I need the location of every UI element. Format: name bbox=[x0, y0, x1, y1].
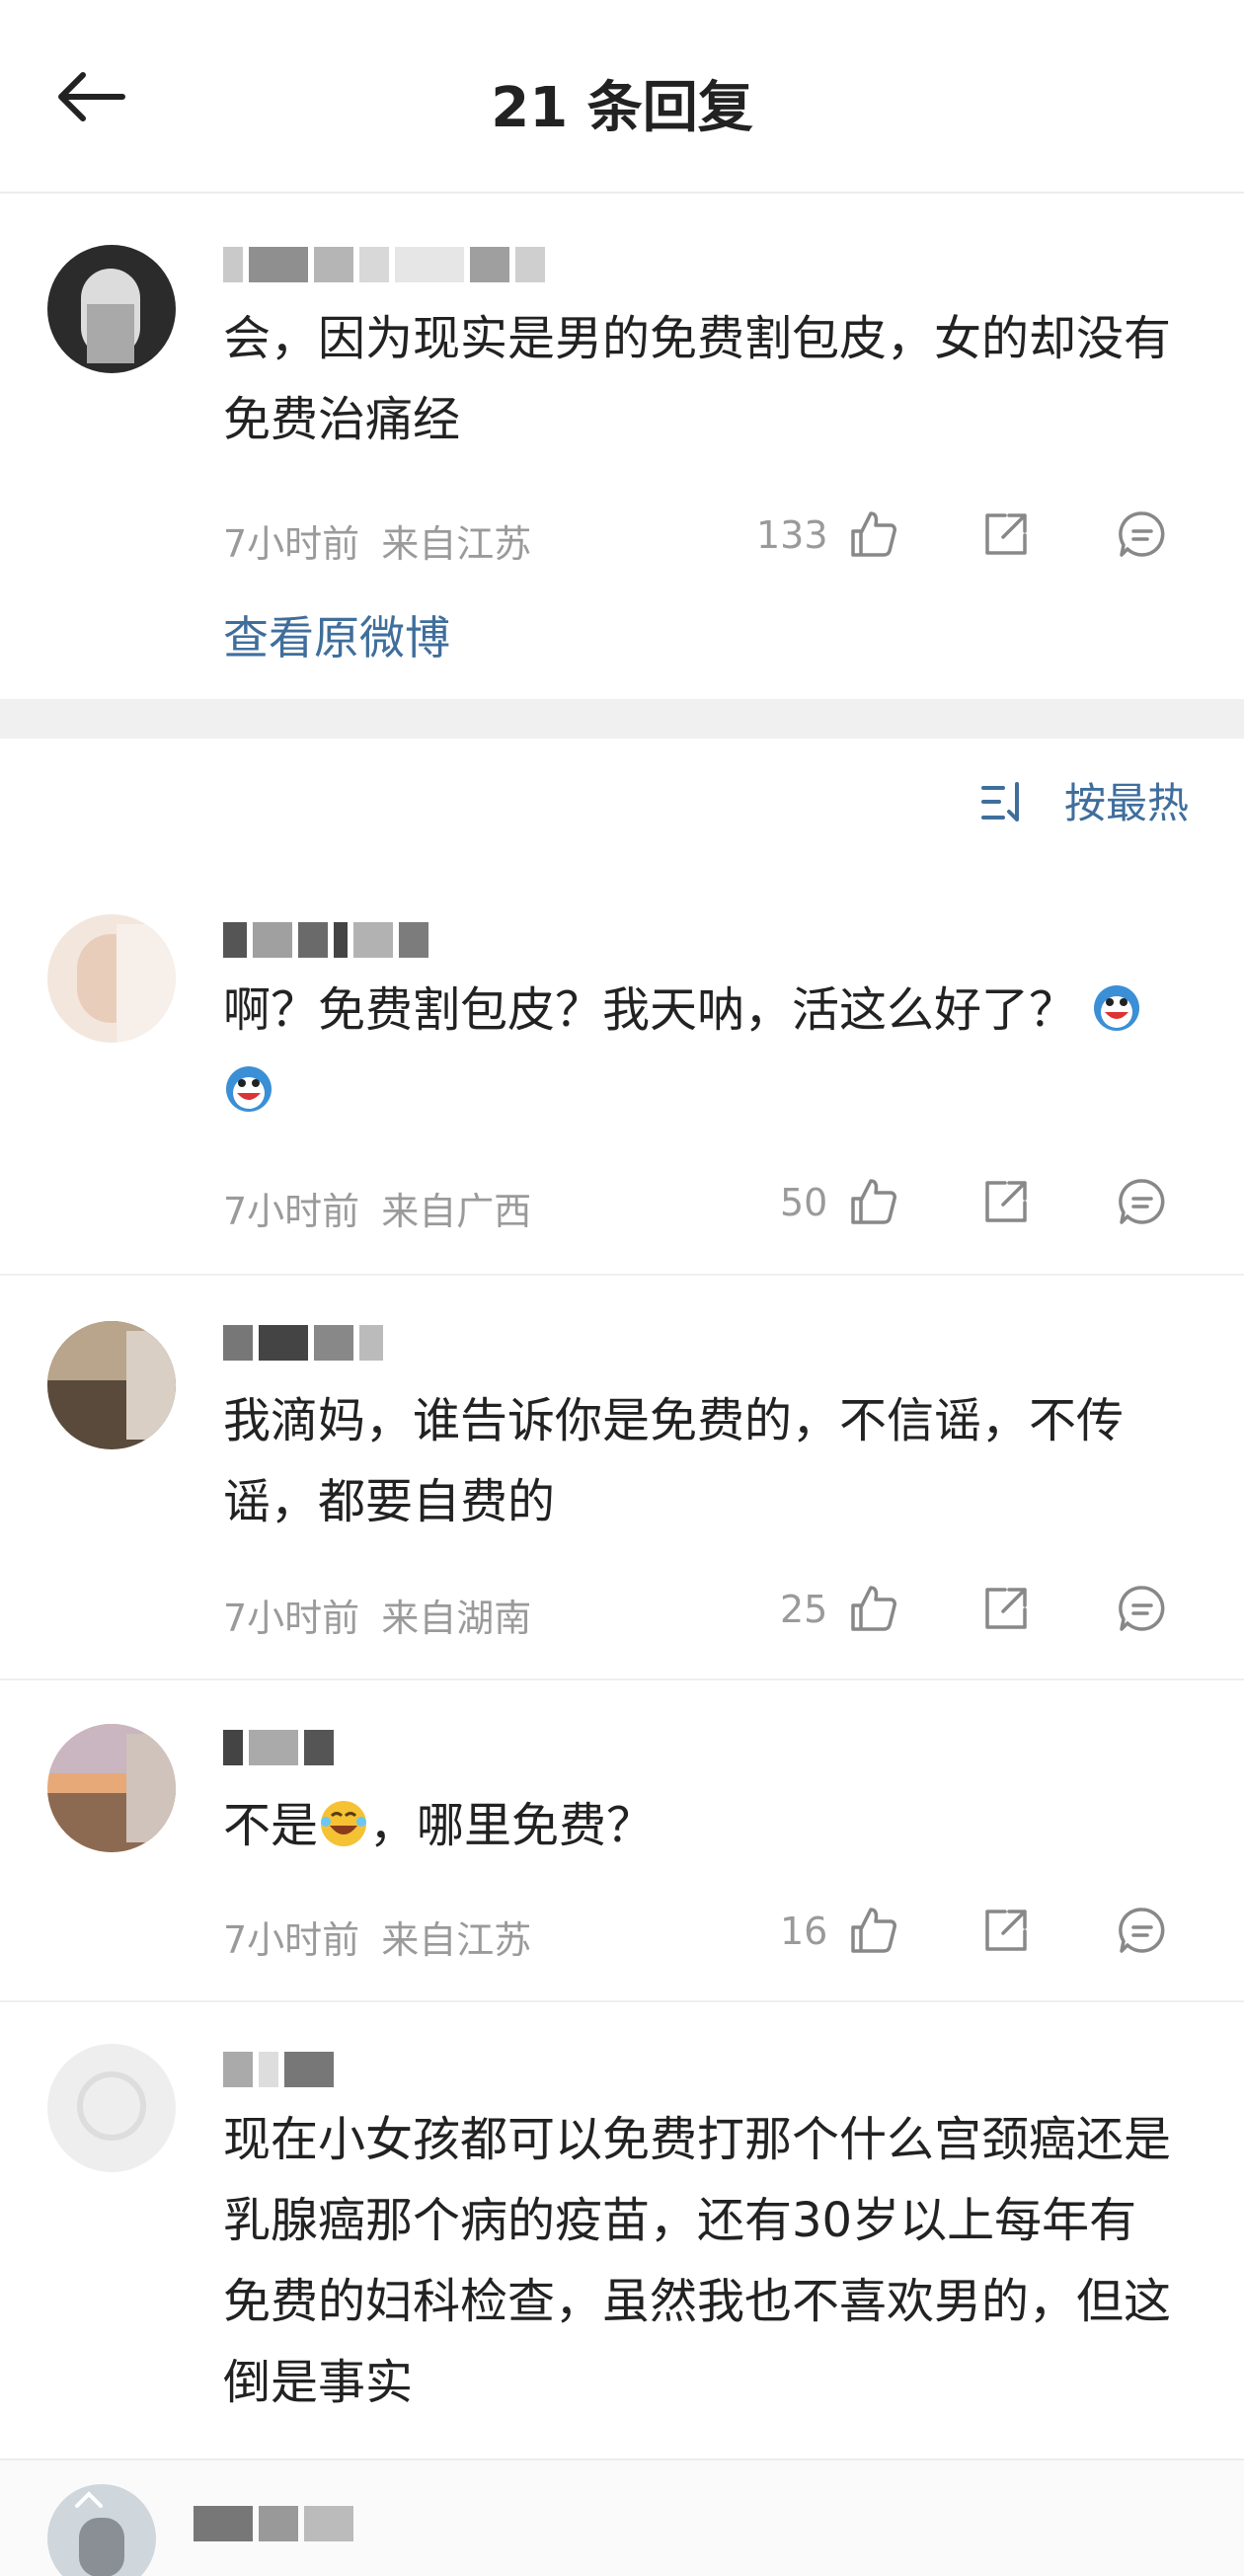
like-count: 133 bbox=[756, 513, 828, 557]
chevron-up-icon[interactable] bbox=[69, 2484, 109, 2514]
thumbs-up-icon[interactable] bbox=[845, 507, 898, 561]
laughing-emoji-icon bbox=[321, 1801, 367, 1846]
crying-laugh-emoji-icon bbox=[1094, 985, 1140, 1031]
like-count: 25 bbox=[780, 1588, 828, 1631]
comment-meta: 7小时前 来自广西 bbox=[223, 1181, 553, 1235]
like-count: 16 bbox=[780, 1910, 828, 1953]
share-icon[interactable] bbox=[979, 1904, 1033, 1957]
avatar[interactable] bbox=[47, 914, 176, 1043]
separator bbox=[0, 1274, 1244, 1276]
comment-location: 来自江苏 bbox=[381, 522, 532, 566]
view-original-link[interactable]: 查看原微博 bbox=[223, 602, 450, 667]
main-comment: 会，因为现实是男的免费割包皮，女的却没有免费治痛经 7小时前 来自江苏 133 查… bbox=[0, 195, 1244, 699]
top-nav-bar: 21 条回复 bbox=[0, 0, 1244, 194]
username-blurred[interactable] bbox=[223, 922, 434, 966]
comment-text-before: 不是 bbox=[223, 1798, 319, 1853]
thumbs-up-icon[interactable] bbox=[845, 1175, 898, 1228]
crying-laugh-emoji-icon bbox=[226, 1066, 272, 1112]
avatar[interactable] bbox=[47, 1321, 176, 1449]
username-blurred[interactable] bbox=[223, 2052, 340, 2095]
comment-time: 7小时前 bbox=[223, 522, 360, 566]
avatar[interactable] bbox=[47, 1724, 176, 1852]
comment-meta: 7小时前 来自湖南 bbox=[223, 1588, 553, 1642]
avatar[interactable] bbox=[47, 2044, 176, 2172]
comment-icon[interactable] bbox=[1116, 1582, 1169, 1635]
username-blurred[interactable] bbox=[223, 1730, 340, 1773]
comment-time: 7小时前 bbox=[223, 1918, 360, 1962]
page-title: 21 条回复 bbox=[491, 76, 753, 140]
comment-text: 我滴妈，谁告诉你是免费的，不信谣，不传谣，都要自费的 bbox=[223, 1393, 1125, 1529]
comment-text-after: ，哪里免费？ bbox=[369, 1798, 655, 1853]
username-blurred[interactable] bbox=[223, 1325, 389, 1368]
like-count: 50 bbox=[780, 1181, 828, 1224]
comment-text: 现在小女孩都可以免费打那个什么宫颈癌还是乳腺癌那个病的疫苗，还有30岁以上每年有… bbox=[223, 2112, 1172, 2410]
comment-icon[interactable] bbox=[1116, 1175, 1169, 1228]
comment-text: 会，因为现实是男的免费割包皮，女的却没有免费治痛经 bbox=[223, 311, 1172, 447]
comment-location: 来自湖南 bbox=[381, 1597, 532, 1640]
username-blurred[interactable] bbox=[194, 2506, 359, 2549]
comment-time: 7小时前 bbox=[223, 1190, 360, 1233]
share-icon[interactable] bbox=[979, 1582, 1033, 1635]
comment-location: 来自广西 bbox=[381, 1190, 532, 1233]
username-blurred[interactable] bbox=[223, 247, 551, 290]
share-icon[interactable] bbox=[979, 507, 1033, 561]
thumbs-up-icon[interactable] bbox=[845, 1582, 898, 1635]
bottom-partial-row bbox=[0, 2459, 1244, 2576]
section-divider bbox=[0, 699, 1244, 739]
sort-toggle[interactable]: 按最热 bbox=[1064, 770, 1189, 830]
comment-text: 不是 ，哪里免费？ bbox=[223, 1785, 1171, 1866]
comment-text-content: 啊？免费割包皮？我天呐，活这么好了？ bbox=[223, 982, 1077, 1038]
share-icon[interactable] bbox=[979, 1175, 1033, 1228]
comment-icon[interactable] bbox=[1116, 1904, 1169, 1957]
comment-time: 7小时前 bbox=[223, 1597, 360, 1640]
comment-meta: 7小时前 来自江苏 bbox=[223, 513, 553, 568]
separator bbox=[0, 1678, 1244, 1680]
thumbs-up-icon[interactable] bbox=[845, 1904, 898, 1957]
comment-icon[interactable] bbox=[1116, 507, 1169, 561]
comment-location: 来自江苏 bbox=[381, 1918, 532, 1962]
separator bbox=[0, 2000, 1244, 2002]
comment-text: 啊？免费割包皮？我天呐，活这么好了？ bbox=[223, 970, 1171, 1132]
comment-meta: 7小时前 来自江苏 bbox=[223, 1910, 553, 1964]
avatar[interactable] bbox=[47, 245, 176, 373]
sort-icon[interactable] bbox=[979, 780, 1033, 825]
